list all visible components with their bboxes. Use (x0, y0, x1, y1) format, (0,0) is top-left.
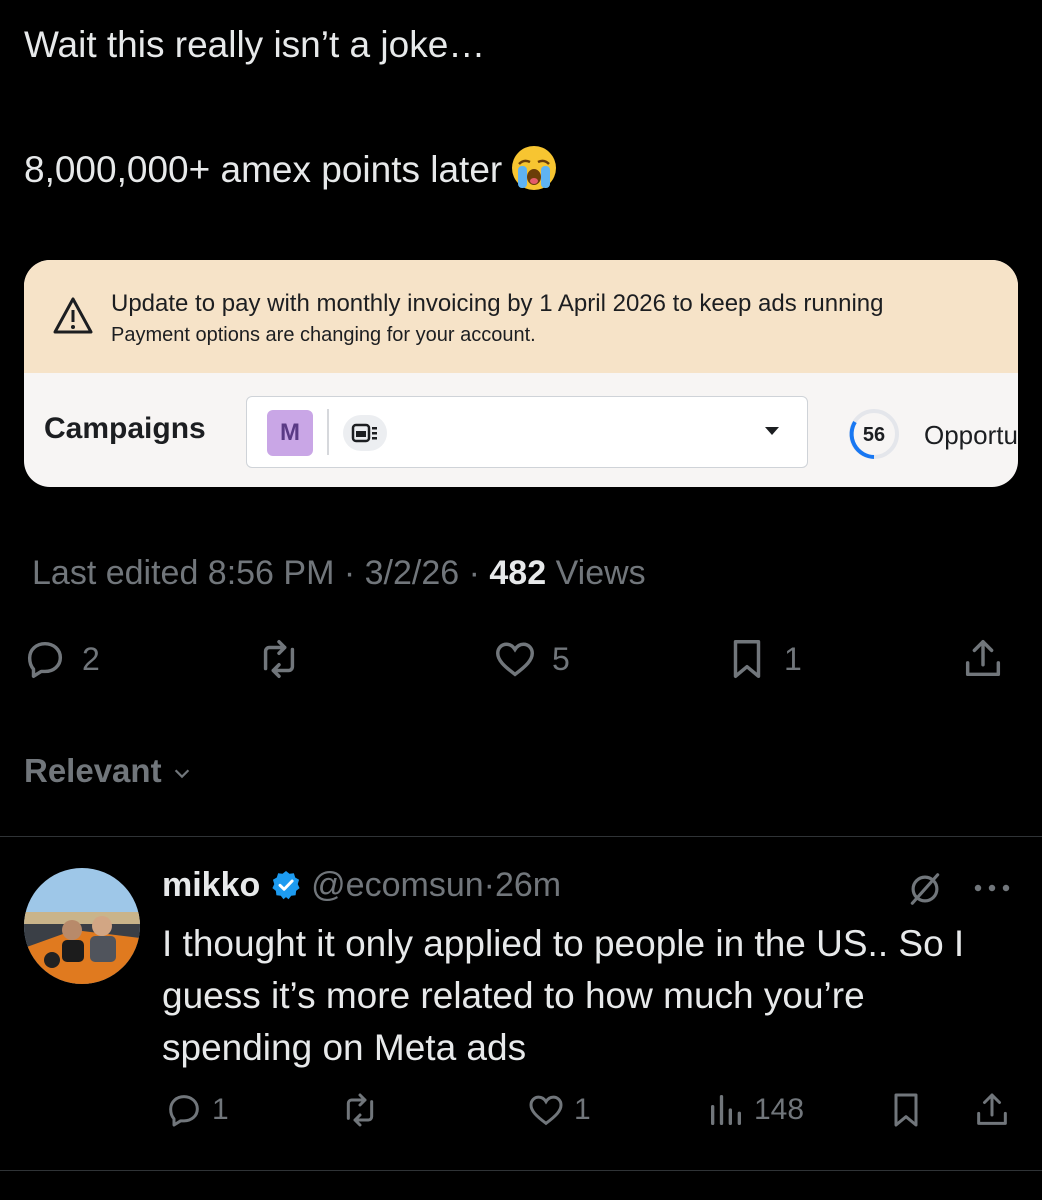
views-label: Views (546, 554, 646, 592)
bookmark-button[interactable] (886, 1090, 926, 1130)
views-count: 148 (754, 1093, 805, 1126)
share-button[interactable] (960, 636, 1006, 682)
campaigns-heading: Campaigns (44, 412, 206, 445)
author-name[interactable]: mikko (162, 866, 260, 904)
account-badge: M (267, 410, 313, 456)
heart-icon (529, 1095, 563, 1126)
share-icon (977, 1093, 1007, 1125)
reply-action-bar: 1 1 148 (0, 1090, 1042, 1136)
reply-header: mikko @ecomsun·26m (162, 866, 561, 905)
reply-button[interactable]: 1 (164, 1090, 229, 1130)
share-button[interactable] (972, 1090, 1012, 1130)
divider (0, 836, 1042, 837)
bookmark-icon (894, 1093, 918, 1127)
repost-button[interactable] (340, 1090, 380, 1130)
reply-time[interactable]: 26m (495, 866, 561, 904)
avatar[interactable] (24, 868, 140, 984)
tweet-text-line-1: Wait this really isn’t a joke… (24, 24, 486, 65)
selector-divider (327, 409, 329, 455)
views-button[interactable]: 148 (706, 1090, 804, 1130)
bookmark-count: 1 (784, 640, 802, 677)
tweet-action-bar: 2 5 1 (0, 636, 1042, 696)
account-selector: M (246, 396, 808, 468)
repost-icon (263, 640, 295, 678)
meta-dot: · (459, 554, 490, 592)
reply-icon (169, 1095, 199, 1127)
ad-account-icon (343, 415, 387, 451)
views-count: 482 (489, 554, 547, 592)
heart-icon (496, 642, 534, 677)
divider (0, 1170, 1042, 1171)
opportunity-score-icon: 56 (849, 409, 899, 459)
loudly-crying-face-icon (512, 146, 557, 190)
like-count: 1 (574, 1093, 591, 1126)
avatar-photo (24, 868, 140, 984)
tweet-text-line-2-label: 8,000,000+ amex points later (24, 149, 503, 190)
sort-label: Relevant (24, 752, 162, 789)
attached-image-card[interactable]: Update to pay with monthly invoicing by … (24, 260, 1018, 487)
chevron-down-icon (765, 427, 779, 435)
grok-icon[interactable] (906, 870, 944, 908)
reply-count: 1 (212, 1093, 229, 1126)
reply-text: I thought it only applied to people in t… (162, 923, 965, 1068)
last-edited[interactable]: Last edited 8:56 PM · 3/2/26 (32, 554, 459, 592)
like-button[interactable]: 5 (492, 636, 570, 682)
payment-warning-banner: Update to pay with monthly invoicing by … (24, 260, 1018, 373)
repost-icon (346, 1093, 374, 1127)
bookmark-button[interactable]: 1 (724, 636, 802, 682)
verified-badge-icon[interactable] (270, 869, 302, 901)
banner-title: Update to pay with monthly invoicing by … (111, 290, 884, 317)
tweet-text-line-2: 8,000,000+ amex points later (24, 144, 558, 192)
more-options-icon[interactable] (970, 878, 1014, 898)
reply-button[interactable]: 2 (22, 636, 100, 682)
author-handle[interactable]: @ecomsun (311, 866, 483, 904)
like-count: 5 (552, 640, 570, 677)
reply-count: 2 (82, 640, 100, 677)
opportunity-label: Opportu (924, 420, 1018, 450)
chevron-down-icon (174, 769, 189, 779)
reply-icon (27, 641, 63, 678)
banner-subtitle: Payment options are changing for your ac… (111, 324, 536, 346)
header-dot: · (483, 866, 495, 904)
repost-button[interactable] (256, 636, 302, 682)
like-button[interactable]: 1 (526, 1090, 591, 1130)
warning-icon (53, 297, 93, 334)
reply-sort-selector[interactable]: Relevant (24, 752, 193, 790)
share-icon (965, 640, 1001, 677)
opportunity-score-value: 56 (863, 424, 885, 446)
tweet-meta: Last edited 8:56 PM · 3/2/26 · 482 Views (32, 554, 646, 593)
analytics-icon (711, 1095, 741, 1125)
bookmark-icon (733, 640, 761, 678)
